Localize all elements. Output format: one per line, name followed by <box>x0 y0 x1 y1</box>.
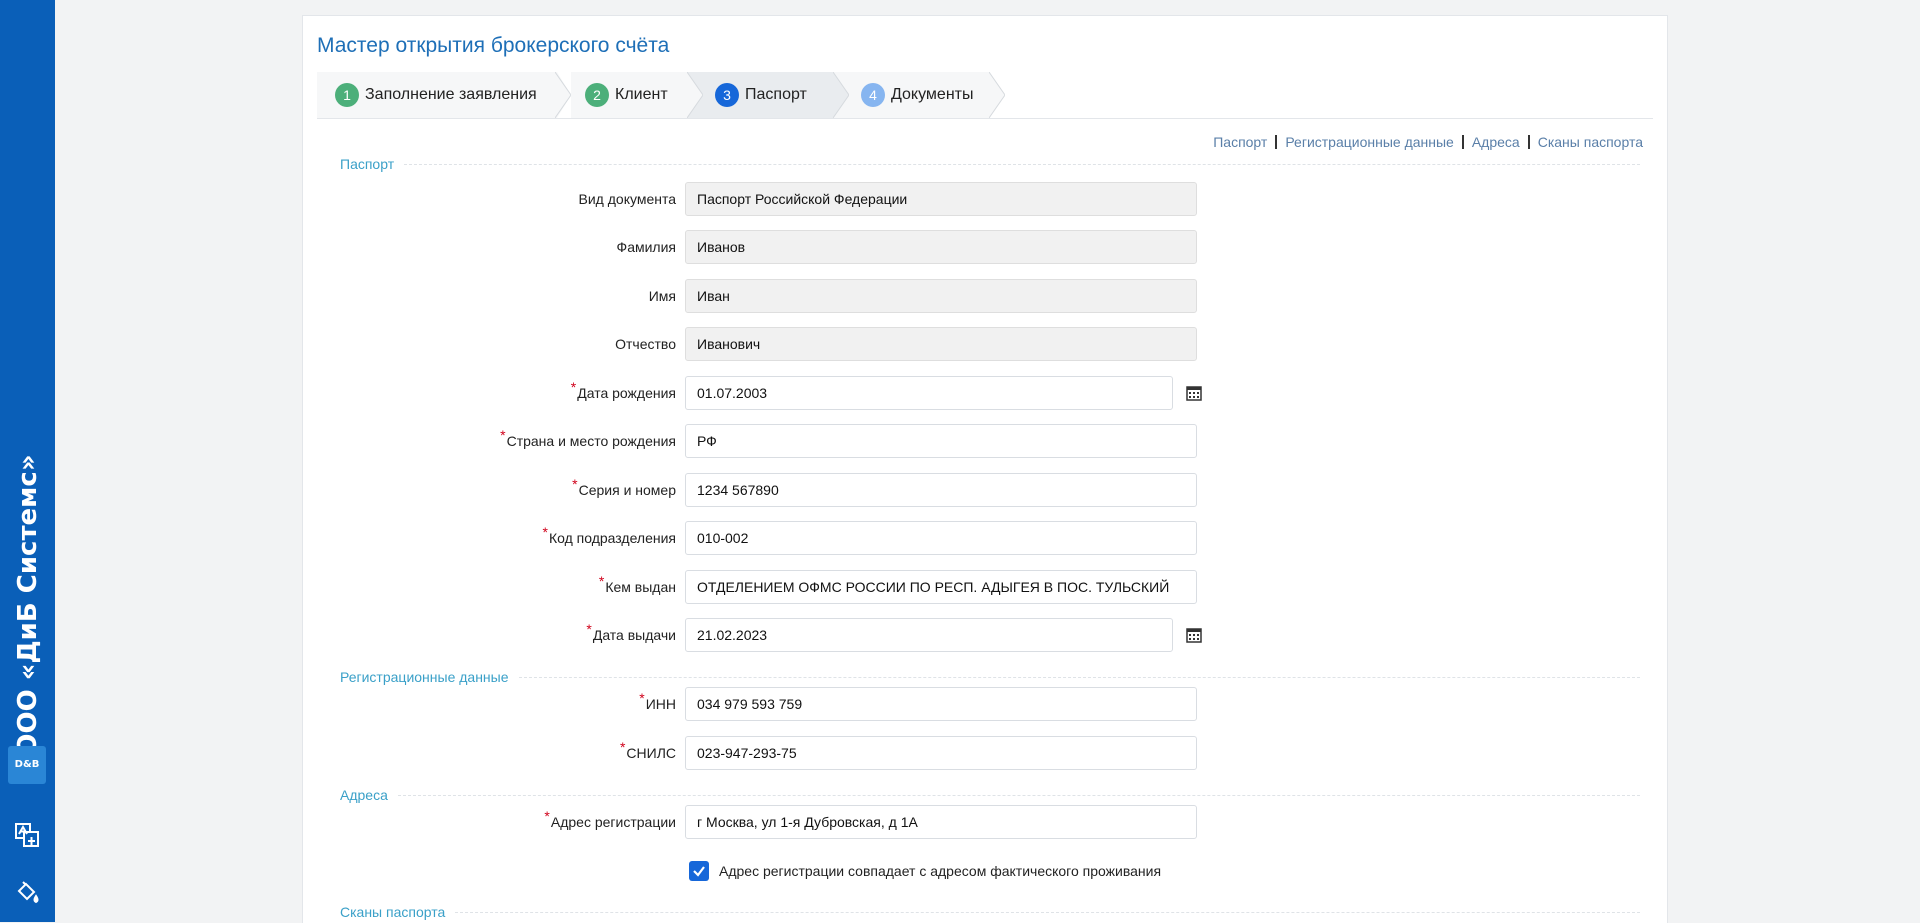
row-inn: * ИНН <box>303 687 1663 721</box>
last-name-field[interactable] <box>685 230 1197 264</box>
field-label: * ИНН <box>639 690 676 712</box>
same-address-label: Адрес регистрации совпадает с адресом фа… <box>719 863 1162 879</box>
issued-by-field[interactable] <box>685 570 1197 604</box>
snils-field[interactable] <box>685 736 1197 770</box>
step-separator-icon <box>833 72 849 118</box>
row-registration-address: * Адрес регистрации <box>303 805 1663 839</box>
row-issue-date: * Дата выдачи <box>303 618 1663 652</box>
paint-bucket-icon[interactable] <box>12 878 42 908</box>
step-2[interactable]: 2 Клиент <box>571 72 687 118</box>
field-label: * Код подразделения <box>542 524 676 546</box>
field-label: * Дата рождения <box>570 379 676 401</box>
division-code-field[interactable] <box>685 521 1197 555</box>
step-separator-icon <box>687 72 703 118</box>
field-label: * СНИЛС <box>619 739 676 761</box>
step-1[interactable]: 1 Заполнение заявления <box>317 72 555 118</box>
step-separator-icon <box>555 72 571 118</box>
series-number-field[interactable] <box>685 473 1197 507</box>
company-logo[interactable]: D&B <box>8 746 46 784</box>
field-label: * Страна и место рождения <box>500 427 676 449</box>
step-3[interactable]: 3 Паспорт <box>703 72 833 118</box>
row-birth-date: * Дата рождения <box>303 376 1663 410</box>
left-sidebar: ООО «ДиБ Системс» D&B <box>0 0 55 922</box>
field-label: Отчество <box>615 336 676 352</box>
anchor-addresses[interactable]: Адреса <box>1472 134 1520 150</box>
step-4[interactable]: 4 Документы <box>849 72 989 118</box>
row-last-name: Фамилия <box>303 230 1663 264</box>
section-passport: Паспорт <box>340 156 1640 172</box>
section-anchor-nav: Паспорт Регистрационные данные Адреса Ск… <box>1213 134 1643 150</box>
field-label: Фамилия <box>616 239 676 255</box>
wizard-steps: 1 Заполнение заявления 2 Клиент 3 Паспор… <box>317 72 1653 119</box>
calendar-icon[interactable] <box>1177 618 1211 652</box>
birth-date-field[interactable] <box>685 376 1173 410</box>
row-issued-by: * Кем выдан <box>303 570 1663 604</box>
field-label: Имя <box>648 288 676 304</box>
field-label: * Серия и номер <box>572 476 676 498</box>
document-type-field[interactable] <box>685 182 1197 216</box>
row-patronymic: Отчество <box>303 327 1663 361</box>
field-label: * Кем выдан <box>598 573 676 595</box>
inn-field[interactable] <box>685 687 1197 721</box>
registration-address-field[interactable] <box>685 805 1197 839</box>
wizard-card: Мастер открытия брокерского счёта 1 Запо… <box>302 15 1668 923</box>
row-birth-place: * Страна и место рождения <box>303 424 1663 458</box>
row-first-name: Имя <box>303 279 1663 313</box>
patronymic-field[interactable] <box>685 327 1197 361</box>
field-label: * Адрес регистрации <box>544 808 676 830</box>
company-name: ООО «ДиБ Системс» <box>13 454 43 756</box>
documents-translate-icon[interactable] <box>12 820 42 850</box>
anchor-scans[interactable]: Сканы паспорта <box>1538 134 1643 150</box>
same-address-checkbox-row[interactable]: Адрес регистрации совпадает с адресом фа… <box>689 860 1161 882</box>
section-registration: Регистрационные данные <box>340 669 1640 685</box>
row-series-number: * Серия и номер <box>303 473 1663 507</box>
page-title: Мастер открытия брокерского счёта <box>317 34 670 57</box>
section-addresses: Адреса <box>340 787 1640 803</box>
row-document-type: Вид документа <box>303 182 1663 216</box>
first-name-field[interactable] <box>685 279 1197 313</box>
same-address-checkbox[interactable] <box>689 861 709 881</box>
row-division-code: * Код подразделения <box>303 521 1663 555</box>
anchor-passport[interactable]: Паспорт <box>1213 134 1267 150</box>
birth-place-field[interactable] <box>685 424 1197 458</box>
anchor-registration[interactable]: Регистрационные данные <box>1285 134 1454 150</box>
section-scans: Сканы паспорта <box>340 904 1640 920</box>
field-label: * Дата выдачи <box>586 621 676 643</box>
row-snils: * СНИЛС <box>303 736 1663 770</box>
issue-date-field[interactable] <box>685 618 1173 652</box>
step-separator-icon <box>989 72 1005 118</box>
field-label: Вид документа <box>578 191 676 207</box>
check-icon <box>693 866 705 877</box>
calendar-icon[interactable] <box>1177 376 1211 410</box>
